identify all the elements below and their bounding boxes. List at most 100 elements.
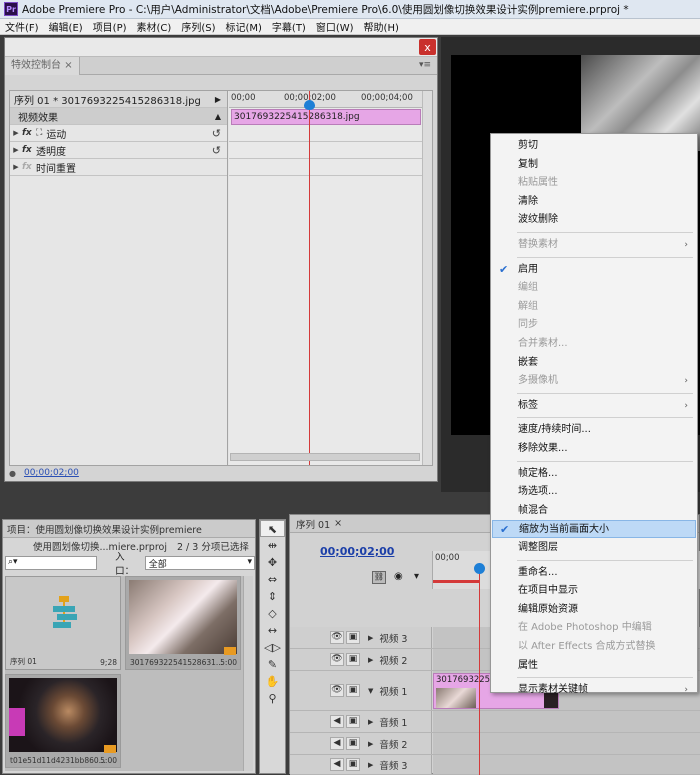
slip-tool-icon[interactable]: ↔ [260, 622, 285, 639]
context-menu-item[interactable]: 场选项... [492, 483, 696, 501]
play-triangle-icon[interactable]: ▶ [215, 95, 221, 104]
effect-timeline-ruler[interactable]: 00;00 00;00;02;00 00;00;04;00 [229, 91, 423, 108]
track-select-tool-icon[interactable]: ⇹ [260, 537, 285, 554]
expand-triangle-icon[interactable]: ▶ [10, 146, 22, 154]
hand-tool-icon[interactable]: ✋ [260, 673, 285, 690]
menu-item-1[interactable]: 编辑(E) [44, 19, 88, 34]
effect-row-time-remap[interactable]: ▶ fx 时间重置 [10, 159, 227, 176]
eye-icon[interactable]: 👁 [330, 631, 344, 644]
menu-item-7[interactable]: 窗口(W) [311, 19, 359, 34]
track-lane[interactable] [433, 755, 700, 774]
effect-controls-window-titlebar[interactable]: x [5, 38, 437, 57]
work-area-bar[interactable] [433, 580, 479, 583]
eye-icon[interactable]: 👁 [330, 684, 344, 697]
tab-project[interactable]: 项目：使用圆划像切换效果设计实例premiere [3, 520, 255, 538]
context-menu-item[interactable]: 清除 [492, 193, 696, 211]
reset-icon[interactable]: ↺ [212, 144, 221, 157]
context-menu-item[interactable]: 重命名... [492, 564, 696, 582]
context-menu-item[interactable]: 帧定格... [492, 465, 696, 483]
context-menu-item[interactable]: 调整图层 [492, 539, 696, 557]
effect-controls-clip-header[interactable]: 序列 01 * 30176932254152863​18.jpg ▶ [10, 91, 227, 108]
speaker-icon[interactable]: ◀ [330, 758, 344, 771]
razor-tool-icon[interactable]: ◇ [260, 605, 285, 622]
context-menu-item[interactable]: ✔ 缩放为当前画面大小 [492, 520, 696, 539]
effect-clip-bar[interactable]: 30176932254152863​18.jpg [231, 109, 421, 125]
current-timecode[interactable]: 00;00;02;00 [24, 468, 79, 478]
effect-row-motion[interactable]: ▶ fx ⛶ 运动 ↺ [10, 125, 227, 142]
fx-icon[interactable]: fx [22, 145, 36, 155]
speaker-icon[interactable]: ◀ [330, 737, 344, 750]
expand-triangle-icon[interactable]: ▶ [10, 163, 22, 171]
context-menu-item[interactable]: 编辑原始资源 [492, 601, 696, 619]
entry-select[interactable]: 全部 [144, 556, 255, 570]
project-item-image-2[interactable]: t01e51d11d4231bb860... 5:00 [5, 674, 121, 768]
sequence-timecode[interactable]: 00;00;02;00 [320, 545, 394, 558]
context-menu-item[interactable]: 显示素材关键帧 › [492, 681, 696, 699]
track-header[interactable]: 👁 ▣ ▶ 视频 3 [290, 627, 432, 648]
context-menu-item[interactable]: ✔ 启用 [492, 261, 696, 279]
slide-tool-icon[interactable]: ◁▷ [260, 639, 285, 656]
expand-triangle-icon[interactable]: ▶ [10, 129, 22, 137]
add-marker-icon[interactable]: ▾ [414, 571, 419, 582]
lock-icon[interactable]: ▣ [346, 758, 360, 771]
context-menu-item[interactable]: 帧混合 [492, 502, 696, 520]
playhead-handle-icon[interactable] [304, 100, 315, 110]
rolling-edit-tool-icon[interactable]: ⇔ [260, 571, 285, 588]
marker-icon[interactable]: ◉ [394, 571, 403, 582]
context-menu-item[interactable]: 剪切 [492, 137, 696, 155]
menu-item-6[interactable]: 字幕(T) [267, 19, 311, 34]
vertical-scrollbar[interactable] [422, 91, 432, 465]
context-menu-item[interactable]: 嵌套 [492, 354, 696, 372]
context-menu-item[interactable]: 在项目中显示 [492, 582, 696, 600]
menu-item-4[interactable]: 序列(S) [176, 19, 220, 34]
rate-stretch-tool-icon[interactable]: ⇕ [260, 588, 285, 605]
track-header[interactable]: ◀ ▣ ▶ 音频 1 [290, 711, 432, 732]
project-item-sequence[interactable]: 序列 01 9;28 [5, 576, 121, 670]
selection-tool-icon[interactable]: ⬉ [260, 520, 285, 537]
project-item-image-1[interactable]: 30176932254152863​1... 5:00 [125, 576, 241, 670]
context-menu-item[interactable]: 标签 › [492, 397, 696, 415]
context-menu-item[interactable]: 复制 [492, 156, 696, 174]
track-header[interactable]: 👁 ▣ ▶ 视频 2 [290, 649, 432, 670]
zoom-tool-icon[interactable]: ⚲ [260, 690, 285, 707]
search-input[interactable]: ⌕▾ [5, 556, 98, 570]
tab-effect-controls[interactable]: 特效控制台 × [5, 56, 80, 75]
snap-icon[interactable]: ⛓ [372, 571, 386, 584]
vertical-scrollbar[interactable] [243, 576, 253, 771]
expand-triangle-icon[interactable]: ▶ [368, 656, 373, 664]
context-menu-item[interactable]: 属性 [492, 657, 696, 675]
ripple-edit-tool-icon[interactable]: ✥ [260, 554, 285, 571]
panel-menu-icon[interactable]: ▾≡ [419, 60, 431, 70]
fx-icon[interactable]: fx [22, 128, 36, 138]
effect-row-opacity[interactable]: ▶ fx 透明度 ↺ [10, 142, 227, 159]
menu-item-5[interactable]: 标记(M) [220, 19, 266, 34]
lock-icon[interactable]: ▣ [346, 653, 360, 666]
reset-icon[interactable]: ↺ [212, 127, 221, 140]
track-lane[interactable] [433, 711, 700, 732]
lock-icon[interactable]: ▣ [346, 631, 360, 644]
collapse-triangle-icon[interactable]: ▲ [215, 112, 221, 121]
context-menu-item[interactable]: 移除效果... [492, 440, 696, 458]
menu-item-2[interactable]: 项目(P) [88, 19, 132, 34]
expand-triangle-icon[interactable]: ▼ [368, 687, 373, 695]
expand-triangle-icon[interactable]: ▶ [368, 718, 373, 726]
tab-close-icon[interactable]: × [334, 518, 342, 529]
track-lane[interactable] [433, 733, 700, 754]
playhead-handle-icon[interactable] [474, 563, 485, 574]
video-effects-section[interactable]: 视频效果 ▲ [10, 108, 227, 125]
menu-item-0[interactable]: 文件(F) [0, 19, 44, 34]
close-button[interactable]: x [419, 39, 436, 55]
menu-item-8[interactable]: 帮助(H) [359, 19, 404, 34]
speaker-icon[interactable]: ◀ [330, 715, 344, 728]
expand-triangle-icon[interactable]: ▶ [368, 740, 373, 748]
tab-close-icon[interactable]: × [64, 60, 72, 71]
pen-tool-icon[interactable]: ✎ [260, 656, 285, 673]
context-menu-item[interactable]: 波纹删除 [492, 211, 696, 229]
expand-triangle-icon[interactable]: ▶ [368, 634, 373, 642]
horizontal-scrollbar[interactable] [230, 453, 420, 461]
context-menu-item[interactable]: 速度/持续时间... [492, 421, 696, 439]
expand-triangle-icon[interactable]: ▶ [368, 761, 373, 769]
track-header[interactable]: 👁 ▣ ▼ 视频 1 [290, 671, 432, 710]
track-header[interactable]: ◀ ▣ ▶ 音频 3 [290, 755, 432, 774]
eye-icon[interactable]: 👁 [330, 653, 344, 666]
